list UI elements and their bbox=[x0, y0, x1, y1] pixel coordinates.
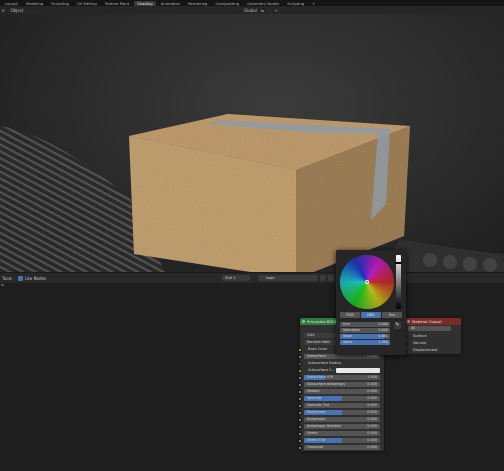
node-input-row[interactable]: Anisotropic 0.000 bbox=[298, 416, 384, 423]
node-input-row[interactable]: Metallic 0.000 bbox=[298, 388, 384, 395]
input-socket[interactable] bbox=[298, 376, 302, 380]
color-value-field[interactable]: Value 0.881 bbox=[340, 334, 390, 339]
workspace-tab[interactable]: Layout bbox=[2, 1, 21, 6]
input-socket[interactable] bbox=[298, 411, 302, 415]
color-wheel[interactable] bbox=[340, 255, 394, 309]
node-input-row[interactable]: Roughness 0.500 bbox=[298, 409, 384, 416]
material-output-header[interactable]: Material Output bbox=[405, 318, 461, 325]
workspace-tab[interactable]: Rendering bbox=[185, 1, 210, 6]
material-selector[interactable]: tape bbox=[258, 275, 318, 281]
color-mode-tab[interactable]: HSV bbox=[361, 312, 381, 318]
workspace-tab[interactable]: Shading bbox=[134, 0, 156, 6]
input-socket[interactable] bbox=[298, 383, 302, 387]
color-value-field[interactable]: Alpha 1.000 bbox=[340, 340, 390, 345]
socket-label: Base Color bbox=[308, 347, 328, 351]
value-field[interactable]: Subsurface IOR 1.400 bbox=[304, 375, 380, 381]
value-field[interactable]: Clearcoat 0.000 bbox=[304, 445, 380, 451]
material-slot-dropdown[interactable]: Slot 1 bbox=[222, 275, 250, 281]
tools-menu[interactable]: Tools bbox=[2, 276, 12, 281]
value-field[interactable]: Sheen 0.000 bbox=[304, 431, 380, 437]
node-input-row[interactable]: Subsurface Anisotropy 0.000 bbox=[298, 381, 384, 388]
color-wheel-cursor[interactable] bbox=[365, 280, 369, 284]
node-editor-header: Tools Use Nodes Slot 1 tape bbox=[0, 272, 504, 283]
workspace-tab[interactable]: Texture Paint bbox=[102, 1, 133, 6]
color-value-field[interactable]: Saturation 0.000 bbox=[340, 328, 390, 333]
node-input-row[interactable]: Clearcoat 0.000 bbox=[298, 444, 384, 451]
value-field[interactable]: Metallic 0.000 bbox=[304, 389, 380, 395]
node-input-row[interactable]: Volume bbox=[403, 340, 461, 347]
workspace-tab[interactable]: Scripting bbox=[284, 1, 307, 6]
node-input-row[interactable]: Specular 0.500 bbox=[298, 395, 384, 402]
input-socket[interactable] bbox=[298, 439, 302, 443]
eyedropper-icon[interactable]: ✎ bbox=[394, 322, 401, 329]
input-socket[interactable] bbox=[298, 355, 302, 359]
value-slider-knob[interactable] bbox=[395, 262, 402, 265]
workspace-tab[interactable]: Animation bbox=[158, 1, 183, 6]
value-field[interactable]: Sheen Tint 0.500 bbox=[304, 438, 380, 444]
node-input-row[interactable]: Displacement bbox=[403, 347, 461, 354]
proportional-edit-icon[interactable]: ∿ bbox=[274, 8, 277, 13]
socket-label: Displacement bbox=[413, 348, 438, 352]
input-socket[interactable] bbox=[298, 390, 302, 394]
input-socket[interactable] bbox=[298, 404, 302, 408]
3d-viewport[interactable] bbox=[0, 14, 504, 272]
object-mode-menu[interactable]: Object bbox=[10, 8, 23, 13]
input-socket[interactable] bbox=[298, 432, 302, 436]
node-input-row[interactable]: Sheen 0.000 bbox=[298, 430, 384, 437]
use-nodes-checkbox[interactable] bbox=[17, 275, 23, 281]
workspace-tab[interactable]: Sculpting bbox=[48, 1, 72, 6]
input-socket[interactable] bbox=[298, 348, 302, 352]
value-field[interactable]: Specular Tint 0.000 bbox=[304, 403, 380, 409]
node-input-row[interactable]: Sheen Tint 0.500 bbox=[298, 437, 384, 444]
material-output-node[interactable]: Material Output All Surface Volume Displac… bbox=[403, 318, 461, 354]
workspace-tab[interactable]: Geometry Nodes bbox=[244, 1, 282, 6]
input-socket[interactable] bbox=[298, 362, 302, 366]
viewport-header: e Object Global ⇋ ◦ ∿ bbox=[0, 6, 504, 14]
input-socket[interactable] bbox=[298, 369, 302, 373]
value-field[interactable]: Subsurface Anisotropy 0.000 bbox=[304, 382, 380, 388]
workspace-tab[interactable]: UV Editing bbox=[74, 1, 100, 6]
side-label: w bbox=[1, 283, 4, 287]
node-input-row[interactable]: Subsurface C... bbox=[298, 367, 384, 374]
value-field[interactable]: Anisotropic Rotation 0.000 bbox=[304, 424, 380, 430]
color-picker-popup[interactable]: RGB HSV Hex Hue 0.000 Saturation 0.000 Value 0.… bbox=[336, 250, 406, 355]
viewport-header-item[interactable]: e bbox=[2, 8, 4, 13]
color-mode-tab[interactable]: RGB bbox=[340, 312, 360, 318]
unlink-material-icon[interactable] bbox=[328, 275, 334, 281]
node-input-row[interactable]: Subsurface Radius bbox=[298, 360, 384, 367]
node-input-row[interactable]: Subsurface IOR 1.400 bbox=[298, 374, 384, 381]
workspace-tab[interactable]: Modeling bbox=[23, 1, 46, 6]
new-material-icon[interactable] bbox=[320, 275, 326, 281]
workspace-tab[interactable]: Compositing bbox=[212, 1, 242, 6]
workspace-tab[interactable]: + bbox=[309, 1, 318, 6]
output-target-dropdown[interactable]: All bbox=[408, 326, 451, 332]
socket-label: Volume bbox=[413, 341, 427, 345]
color-value-field[interactable]: Hue 0.000 bbox=[340, 322, 390, 327]
snap-icon[interactable]: ◦ bbox=[268, 8, 270, 13]
node-input-row[interactable]: Surface bbox=[403, 333, 461, 340]
node-editor[interactable]: w Principled BSDF BSDFGGXRandom WalkBase… bbox=[0, 283, 504, 471]
value-field[interactable]: Specular 0.500 bbox=[304, 396, 380, 402]
socket-label: Subsurface Radius bbox=[308, 361, 342, 365]
cardboard-box bbox=[129, 114, 410, 272]
input-socket[interactable] bbox=[298, 446, 302, 450]
value-field[interactable]: Anisotropic 0.000 bbox=[304, 417, 380, 423]
socket-label: Surface bbox=[413, 334, 427, 338]
input-socket[interactable] bbox=[298, 425, 302, 429]
color-mode-tab[interactable]: Hex bbox=[382, 312, 402, 318]
value-field[interactable]: Roughness 0.500 bbox=[304, 410, 380, 416]
pivot-icon[interactable]: ⇋ bbox=[261, 8, 264, 13]
input-socket[interactable] bbox=[298, 418, 302, 422]
color-swatch[interactable] bbox=[336, 368, 380, 374]
node-input-row[interactable]: Specular Tint 0.000 bbox=[298, 402, 384, 409]
use-nodes-label: Use Nodes bbox=[24, 275, 47, 281]
viewport-scene bbox=[0, 114, 504, 272]
node-input-row[interactable]: Anisotropic Rotation 0.000 bbox=[298, 423, 384, 430]
input-socket[interactable] bbox=[298, 397, 302, 401]
value-slider[interactable] bbox=[395, 255, 402, 309]
transform-orientation-dropdown[interactable]: Global bbox=[244, 8, 257, 13]
socket-label: Subsurface C... bbox=[308, 368, 336, 372]
